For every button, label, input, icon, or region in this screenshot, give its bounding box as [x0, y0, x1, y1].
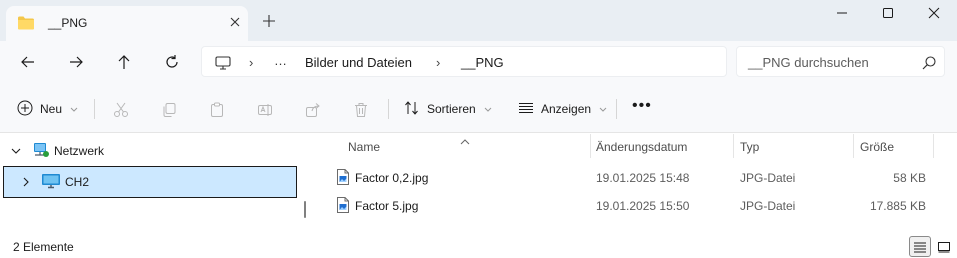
image-file-icon: [336, 168, 350, 189]
back-arrow-icon[interactable]: [18, 53, 38, 71]
scrollbar-thumb[interactable]: [304, 201, 306, 218]
file-type: JPG-Datei: [740, 171, 796, 185]
close-window-icon[interactable]: [924, 6, 944, 20]
tree-item-label: CH2: [65, 175, 90, 189]
image-file-icon: [336, 196, 350, 217]
toolbar-divider: [94, 99, 95, 119]
breadcrumb-item-current[interactable]: __PNG: [461, 55, 504, 70]
toolbar-divider: [616, 99, 617, 119]
file-date: 19.01.2025 15:50: [596, 199, 690, 213]
file-date: 19.01.2025 15:48: [596, 171, 690, 185]
refresh-icon[interactable]: [162, 53, 182, 71]
column-header-date[interactable]: Änderungsdatum: [596, 140, 687, 154]
column-divider[interactable]: [933, 134, 934, 158]
search-placeholder: __PNG durchsuchen: [748, 55, 869, 70]
file-name: Factor 0,2.jpg: [355, 171, 429, 185]
breadcrumb-separator-icon[interactable]: ›: [249, 55, 253, 70]
file-name: Factor 5.jpg: [355, 199, 419, 213]
command-bar: Neu Sortieren Anzeigen •••: [0, 85, 957, 133]
tab-active[interactable]: __PNG: [6, 6, 248, 42]
rename-icon[interactable]: [257, 102, 273, 121]
plus-circle-icon: [17, 100, 33, 119]
folder-icon: [17, 15, 35, 34]
breadcrumb-overflow[interactable]: …: [274, 53, 287, 68]
view-button[interactable]: Anzeigen: [518, 85, 607, 133]
computer-icon: [41, 173, 61, 192]
close-tab-icon[interactable]: [228, 15, 242, 32]
column-divider[interactable]: [853, 134, 854, 158]
new-tab-icon[interactable]: [262, 14, 276, 31]
file-row[interactable]: Factor 5.jpg 19.01.2025 15:50 JPG-Datei …: [316, 192, 957, 220]
delete-icon[interactable]: [353, 102, 369, 121]
title-bar: __PNG: [0, 0, 957, 42]
sort-ascending-icon: [460, 134, 470, 148]
column-header-size[interactable]: Größe: [860, 140, 894, 154]
chevron-down-icon: [484, 102, 492, 116]
chevron-down-icon: [70, 102, 78, 116]
network-icon: [32, 142, 50, 161]
tab-title: __PNG: [48, 16, 88, 30]
cut-icon[interactable]: [113, 102, 129, 121]
tree-item-network[interactable]: Netzwerk: [10, 136, 104, 166]
up-arrow-icon[interactable]: [114, 53, 134, 71]
file-type: JPG-Datei: [740, 199, 796, 213]
view-list-icon: [518, 100, 534, 119]
toolbar-divider: [388, 99, 389, 119]
share-icon[interactable]: [305, 102, 321, 121]
search-icon[interactable]: [921, 55, 937, 74]
file-size: 58 KB: [893, 171, 926, 185]
sort-button-label: Sortieren: [427, 102, 476, 116]
file-size: 17.885 KB: [869, 199, 926, 213]
column-header-type[interactable]: Typ: [740, 140, 759, 154]
address-bar[interactable]: › … Bilder und Dateien › __PNG: [201, 46, 727, 77]
new-button[interactable]: Neu: [17, 85, 78, 133]
computer-icon: [214, 55, 232, 74]
column-header-name[interactable]: Name: [348, 140, 380, 154]
copy-icon[interactable]: [161, 102, 177, 121]
file-list: Name Änderungsdatum Typ Größe Factor 0,2…: [316, 134, 957, 235]
more-options-button[interactable]: •••: [632, 82, 652, 130]
sort-button[interactable]: Sortieren: [404, 85, 492, 133]
sort-icon: [404, 100, 420, 119]
item-count: 2 Elemente: [13, 240, 74, 254]
maximize-icon[interactable]: [878, 6, 898, 20]
tree-item-ch2[interactable]: CH2: [3, 166, 297, 198]
column-divider[interactable]: [590, 134, 591, 158]
view-button-label: Anzeigen: [541, 102, 592, 116]
tree-item-label: Netzwerk: [54, 144, 105, 158]
chevron-down-icon[interactable]: [10, 145, 22, 157]
chevron-right-icon[interactable]: [20, 176, 32, 188]
forward-arrow-icon[interactable]: [66, 53, 86, 71]
chevron-down-icon: [599, 102, 607, 116]
navigation-toolbar: › … Bilder und Dateien › __PNG __PNG dur…: [0, 41, 957, 85]
navigation-pane: Netzwerk CH2: [0, 134, 316, 235]
breadcrumb-separator-icon[interactable]: ›: [436, 55, 440, 70]
new-button-label: Neu: [40, 102, 63, 116]
breadcrumb-item[interactable]: Bilder und Dateien: [305, 55, 412, 70]
details-view-icon[interactable]: [909, 236, 931, 257]
search-input[interactable]: __PNG durchsuchen: [736, 46, 945, 77]
column-divider[interactable]: [733, 134, 734, 158]
tiles-view-icon[interactable]: [934, 236, 954, 257]
status-bar: 2 Elemente: [0, 235, 957, 258]
paste-icon[interactable]: [209, 102, 225, 121]
file-row[interactable]: Factor 0,2.jpg 19.01.2025 15:48 JPG-Date…: [316, 164, 957, 192]
minimize-icon[interactable]: [832, 6, 852, 20]
